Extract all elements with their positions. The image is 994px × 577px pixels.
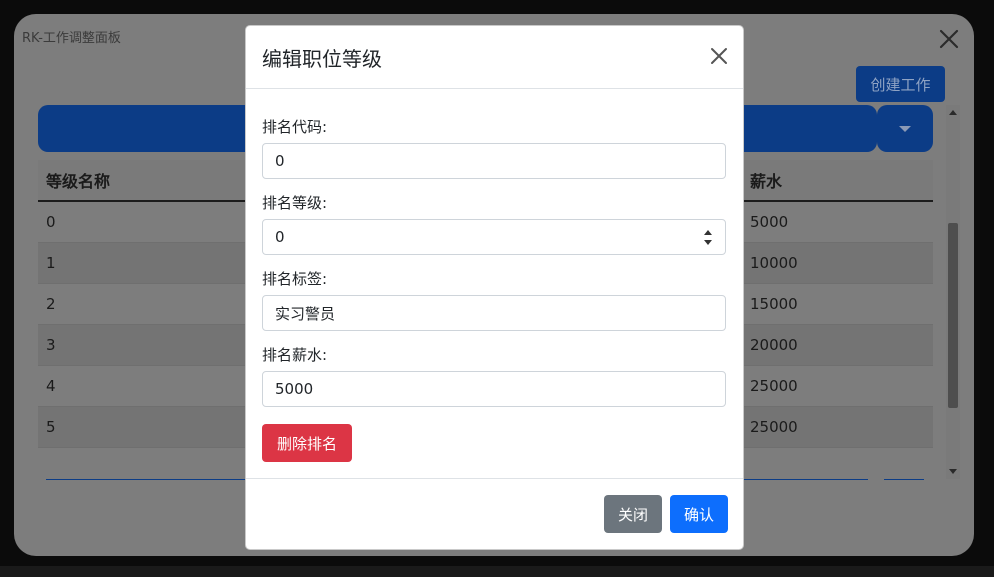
create-job-button[interactable]: 创建工作 bbox=[856, 66, 945, 102]
table-scrollbar[interactable] bbox=[946, 105, 960, 479]
rank-level-label: 排名等级: bbox=[262, 194, 328, 212]
cell-grade: 1 bbox=[46, 254, 56, 272]
spinner-icon[interactable] bbox=[703, 229, 713, 247]
cell-salary: 20000 bbox=[750, 336, 798, 354]
rank-level-input[interactable]: 0 bbox=[262, 219, 726, 255]
decrement-icon[interactable] bbox=[704, 240, 712, 245]
taskbar-strip bbox=[0, 566, 994, 577]
modal-header: 编辑职位等级 bbox=[246, 26, 743, 89]
scroll-down-icon[interactable] bbox=[949, 469, 957, 474]
increment-icon[interactable] bbox=[704, 230, 712, 235]
caret-down-icon bbox=[899, 125, 911, 132]
rank-code-value: 0 bbox=[275, 152, 285, 170]
modal-title: 编辑职位等级 bbox=[262, 47, 382, 71]
confirm-button[interactable]: 确认 bbox=[670, 495, 728, 533]
rank-level-value: 0 bbox=[275, 228, 285, 246]
window-title: RK-工作调整面板 bbox=[22, 31, 121, 46]
cell-salary: 15000 bbox=[750, 295, 798, 313]
cell-salary: 5000 bbox=[750, 213, 789, 231]
cell-salary: 25000 bbox=[750, 418, 798, 436]
rank-tag-input[interactable]: 实习警员 bbox=[262, 295, 726, 331]
cell-salary: 10000 bbox=[750, 254, 798, 272]
rank-code-label: 排名代码: bbox=[262, 118, 328, 136]
rank-tag-value: 实习警员 bbox=[275, 304, 336, 323]
header-grade-name: 等级名称 bbox=[46, 172, 111, 191]
cell-grade: 3 bbox=[46, 336, 56, 354]
rank-tag-label: 排名标签: bbox=[262, 270, 328, 288]
window-close-icon[interactable] bbox=[938, 28, 960, 50]
rank-salary-label: 排名薪水: bbox=[262, 346, 328, 364]
delete-rank-button[interactable]: 删除排名 bbox=[262, 424, 352, 462]
rank-salary-input[interactable]: 5000 bbox=[262, 371, 726, 407]
job-dropdown-button[interactable] bbox=[877, 105, 933, 152]
cell-grade: 5 bbox=[46, 418, 56, 436]
scroll-thumb[interactable] bbox=[948, 223, 958, 408]
modal-footer: 关闭 确认 bbox=[246, 478, 743, 549]
rank-code-input[interactable]: 0 bbox=[262, 143, 726, 179]
scroll-up-icon[interactable] bbox=[949, 110, 957, 115]
divider bbox=[884, 479, 924, 480]
close-button[interactable]: 关闭 bbox=[604, 495, 662, 533]
cell-grade: 4 bbox=[46, 377, 56, 395]
close-icon[interactable] bbox=[709, 46, 729, 66]
cell-grade: 2 bbox=[46, 295, 56, 313]
rank-salary-value: 5000 bbox=[275, 380, 314, 398]
edit-grade-modal: 编辑职位等级 排名代码: 0 排名等级: 0 排名标签: 实习警员 排名薪水: … bbox=[245, 25, 744, 550]
cell-salary: 25000 bbox=[750, 377, 798, 395]
header-salary: 薪水 bbox=[750, 172, 783, 191]
cell-grade: 0 bbox=[46, 213, 56, 231]
